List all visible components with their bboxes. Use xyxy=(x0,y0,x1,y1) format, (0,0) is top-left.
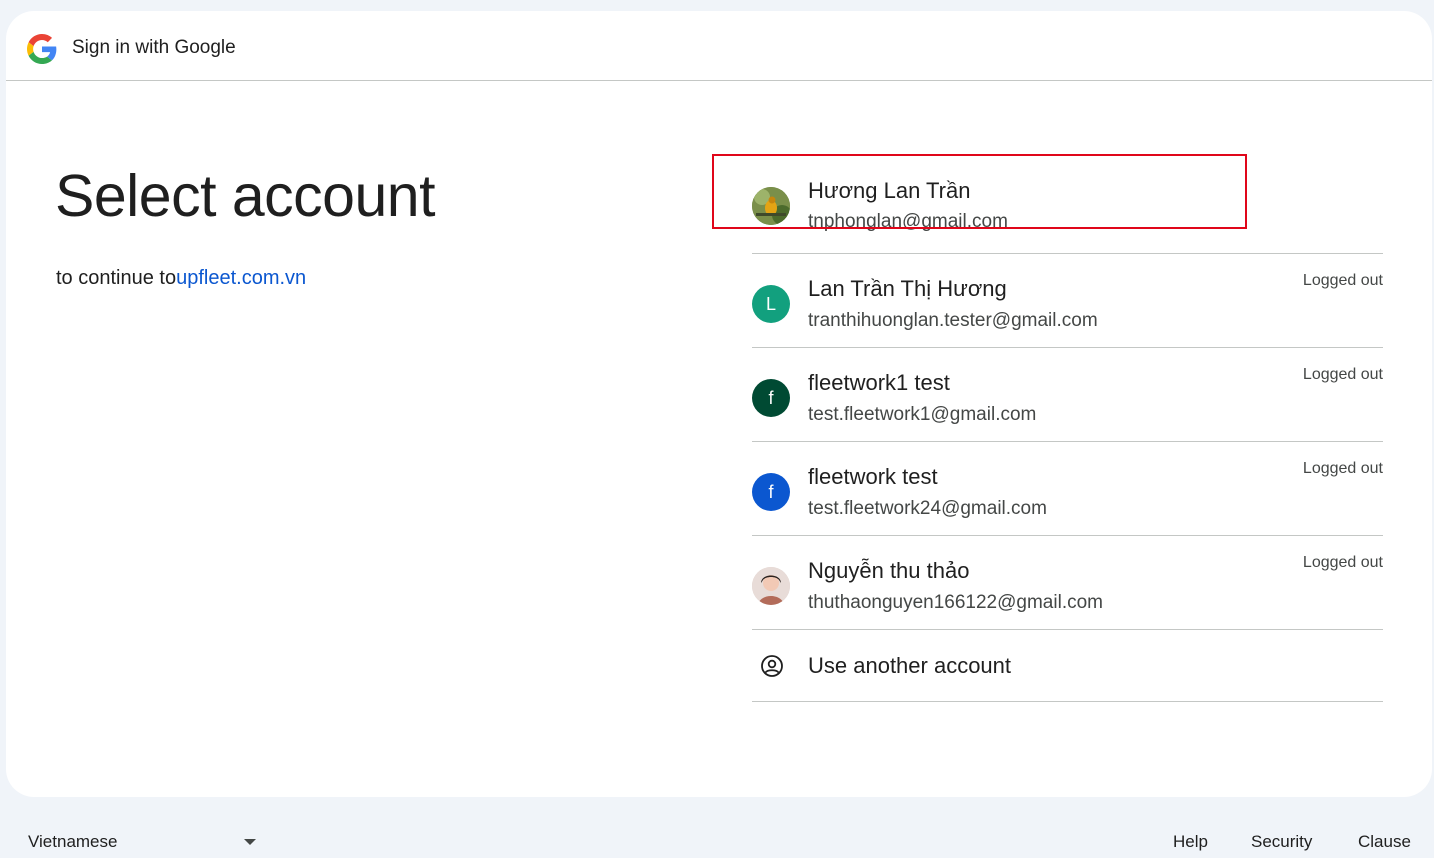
avatar xyxy=(752,567,790,605)
use-another-account-label: Use another account xyxy=(808,653,1012,678)
account-item[interactable]: L Lan Trần Thị Hương tranthihuonglan.tes… xyxy=(752,254,1383,348)
account-item[interactable]: Hương Lan Trần tnphonglan@gmail.com xyxy=(752,154,1383,254)
avatar: L xyxy=(752,285,790,323)
account-email: test.fleetwork24@gmail.com xyxy=(808,498,1047,519)
account-email: test.fleetwork1@gmail.com xyxy=(808,404,1037,425)
account-status: Logged out xyxy=(1302,272,1383,289)
clause-link[interactable]: Clause xyxy=(1358,832,1411,852)
account-name: Lan Trần Thị Hương xyxy=(808,276,1007,301)
account-item[interactable]: Nguyễn thu thảo thuthaonguyen166122@gmai… xyxy=(752,536,1383,630)
account-circle-icon xyxy=(761,655,783,677)
account-item[interactable]: f fleetwork test test.fleetwork24@gmail.… xyxy=(752,442,1383,536)
subtitle-prefix: to continue to xyxy=(56,267,177,289)
avatar: f xyxy=(752,473,790,511)
footer: Vietnamese Help Security Clause xyxy=(0,820,1434,858)
security-link[interactable]: Security xyxy=(1251,832,1312,852)
continue-subtitle: to continue toupfleet.com.vn xyxy=(56,267,306,290)
page-title: Select account xyxy=(55,163,436,229)
account-name: Hương Lan Trần xyxy=(808,178,971,203)
continue-site-link[interactable]: upfleet.com.vn xyxy=(176,267,306,289)
account-email: thuthaonguyen166122@gmail.com xyxy=(808,592,1103,613)
help-link[interactable]: Help xyxy=(1173,832,1208,852)
avatar xyxy=(752,187,790,225)
account-item[interactable]: f fleetwork1 test test.fleetwork1@gmail.… xyxy=(752,348,1383,442)
card-header: Sign in with Google xyxy=(6,11,1432,81)
account-email: tnphonglan@gmail.com xyxy=(808,211,1008,232)
signin-card: Sign in with Google Select account to co… xyxy=(6,11,1432,797)
caret-down-icon[interactable] xyxy=(244,839,256,845)
language-select[interactable]: Vietnamese xyxy=(28,832,117,852)
account-status: Logged out xyxy=(1302,366,1383,383)
person-photo-avatar-icon xyxy=(752,567,790,605)
account-status: Logged out xyxy=(1302,554,1383,571)
google-logo-icon xyxy=(27,34,57,64)
account-email: tranthihuonglan.tester@gmail.com xyxy=(808,310,1098,331)
account-name: fleetwork1 test xyxy=(808,370,950,395)
avatar: f xyxy=(752,379,790,417)
header-title: Sign in with Google xyxy=(72,37,236,58)
account-name: Nguyễn thu thảo xyxy=(808,558,970,583)
account-status: Logged out xyxy=(1302,460,1383,477)
use-another-account-button[interactable]: Use another account xyxy=(752,630,1383,702)
account-name: fleetwork test xyxy=(808,464,938,489)
bird-photo-avatar-icon xyxy=(752,187,790,225)
account-list: Hương Lan Trần tnphonglan@gmail.com L La… xyxy=(752,154,1383,702)
